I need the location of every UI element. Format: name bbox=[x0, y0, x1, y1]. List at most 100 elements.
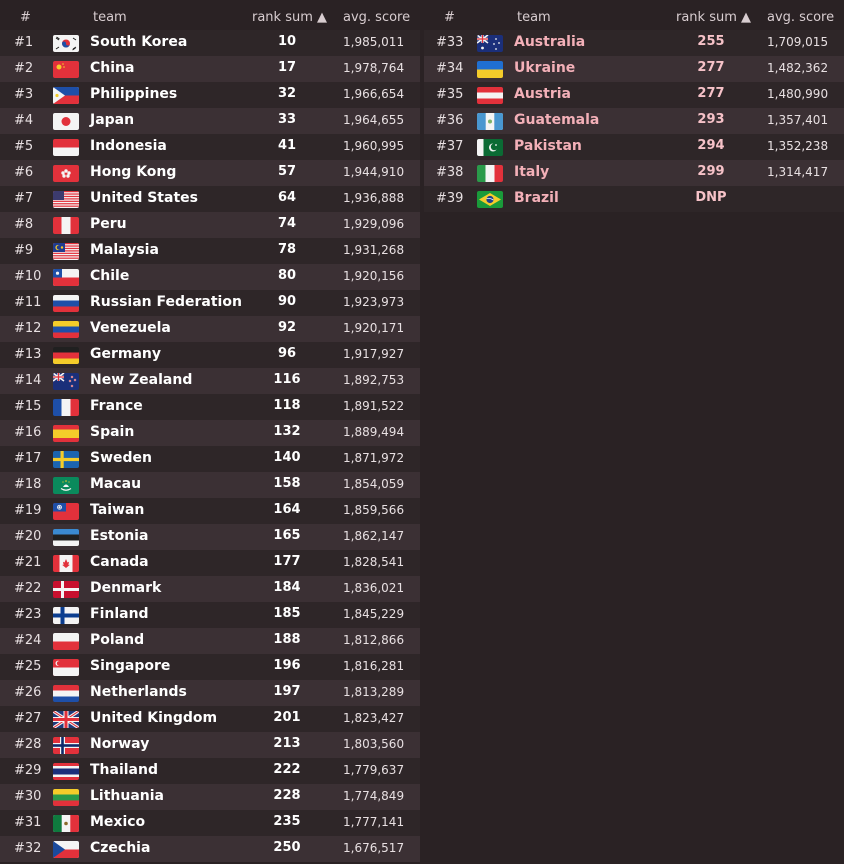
table-row[interactable]: #30 Lithuania 228 1,774,849 bbox=[0, 784, 420, 810]
table-row[interactable]: #9 Malaysia 78 1,931,268 bbox=[0, 238, 420, 264]
table-row[interactable]: #16 Spain 132 1,889,494 bbox=[0, 420, 420, 446]
table-row[interactable]: #8 Peru 74 1,929,096 bbox=[0, 212, 420, 238]
header-rank[interactable]: # bbox=[444, 10, 455, 25]
table-row[interactable]: #26 Netherlands 197 1,813,289 bbox=[0, 680, 420, 706]
table-row[interactable]: #36 Guatemala 293 1,357,401 bbox=[424, 108, 844, 134]
team-name[interactable]: Guatemala bbox=[514, 112, 599, 128]
team-name[interactable]: Japan bbox=[90, 112, 134, 128]
team-name[interactable]: Russian Federation bbox=[90, 294, 242, 310]
table-row[interactable]: #32 Czechia 250 1,676,517 bbox=[0, 836, 420, 862]
team-name[interactable]: Germany bbox=[90, 346, 161, 362]
team-name[interactable]: Thailand bbox=[90, 762, 158, 778]
rank-cell: #3 bbox=[14, 87, 34, 102]
table-row[interactable]: #22 Denmark 184 1,836,021 bbox=[0, 576, 420, 602]
table-row[interactable]: #23 Finland 185 1,845,229 bbox=[0, 602, 420, 628]
table-row[interactable]: #4 Japan 33 1,964,655 bbox=[0, 108, 420, 134]
team-name[interactable]: Philippines bbox=[90, 86, 177, 102]
table-row[interactable]: #17 Sweden 140 1,871,972 bbox=[0, 446, 420, 472]
team-name[interactable]: Finland bbox=[90, 606, 149, 622]
team-name[interactable]: Peru bbox=[90, 216, 127, 232]
rank-sum-cell: 222 bbox=[273, 762, 301, 777]
header-rank[interactable]: # bbox=[20, 10, 31, 25]
rank-cell: #14 bbox=[14, 373, 42, 388]
team-name[interactable]: Taiwan bbox=[90, 502, 144, 518]
header-avg-score[interactable]: avg. score bbox=[343, 10, 410, 25]
header-team[interactable]: team bbox=[517, 10, 551, 25]
team-name[interactable]: Estonia bbox=[90, 528, 148, 544]
team-name[interactable]: Czechia bbox=[90, 840, 150, 856]
guatemala-flag-icon bbox=[477, 113, 503, 130]
table-row[interactable]: #6 Hong Kong 57 1,944,910 bbox=[0, 160, 420, 186]
team-name[interactable]: Australia bbox=[514, 34, 585, 50]
table-row[interactable]: #15 France 118 1,891,522 bbox=[0, 394, 420, 420]
header-team[interactable]: team bbox=[93, 10, 127, 25]
table-row[interactable]: #39 Brazil DNP bbox=[424, 186, 844, 212]
table-row[interactable]: #18 Macau 158 1,854,059 bbox=[0, 472, 420, 498]
table-row[interactable]: #12 Venezuela 92 1,920,171 bbox=[0, 316, 420, 342]
team-name[interactable]: Canada bbox=[90, 554, 149, 570]
table-row[interactable]: #28 Norway 213 1,803,560 bbox=[0, 732, 420, 758]
table-row[interactable]: #29 Thailand 222 1,779,637 bbox=[0, 758, 420, 784]
table-row[interactable]: #34 Ukraine 277 1,482,362 bbox=[424, 56, 844, 82]
table-row[interactable]: #2 China 17 1,978,764 bbox=[0, 56, 420, 82]
table-row[interactable]: #33 Australia 255 1,709,015 bbox=[424, 30, 844, 56]
rank-cell: #4 bbox=[14, 113, 34, 128]
team-name[interactable]: New Zealand bbox=[90, 372, 192, 388]
team-name[interactable]: Lithuania bbox=[90, 788, 164, 804]
rank-cell: #9 bbox=[14, 243, 34, 258]
header-rank-sum-sorted[interactable]: rank sum ▲ bbox=[676, 10, 751, 25]
team-name[interactable]: Poland bbox=[90, 632, 144, 648]
table-row[interactable]: #24 Poland 188 1,812,866 bbox=[0, 628, 420, 654]
team-name[interactable]: Venezuela bbox=[90, 320, 171, 336]
team-name[interactable]: Norway bbox=[90, 736, 149, 752]
team-name[interactable]: Chile bbox=[90, 268, 129, 284]
table-row[interactable]: #1 South Korea 10 1,985,011 bbox=[0, 30, 420, 56]
team-name[interactable]: Indonesia bbox=[90, 138, 167, 154]
team-name[interactable]: Singapore bbox=[90, 658, 170, 674]
table-row[interactable]: #14 New Zealand 116 1,892,753 bbox=[0, 368, 420, 394]
team-name[interactable]: Pakistan bbox=[514, 138, 582, 154]
header-avg-score[interactable]: avg. score bbox=[767, 10, 834, 25]
team-name[interactable]: France bbox=[90, 398, 143, 414]
team-name[interactable]: Ukraine bbox=[514, 60, 575, 76]
table-row[interactable]: #27 United Kingdom 201 1,823,427 bbox=[0, 706, 420, 732]
table-row[interactable]: #25 Singapore 196 1,816,281 bbox=[0, 654, 420, 680]
team-name[interactable]: Austria bbox=[514, 86, 571, 102]
rank-sum-cell: 10 bbox=[277, 34, 297, 49]
team-name[interactable]: South Korea bbox=[90, 34, 187, 50]
avg-score-cell: 1,923,973 bbox=[343, 295, 405, 309]
table-row[interactable]: #37 Pakistan 294 1,352,238 bbox=[424, 134, 844, 160]
table-row[interactable]: #3 Philippines 32 1,966,654 bbox=[0, 82, 420, 108]
header-rank-sum-sorted[interactable]: rank sum ▲ bbox=[252, 10, 327, 25]
team-name[interactable]: Brazil bbox=[514, 190, 559, 206]
team-name[interactable]: United States bbox=[90, 190, 198, 206]
team-name[interactable]: Malaysia bbox=[90, 242, 159, 258]
rank-sum-cell: 32 bbox=[277, 86, 297, 101]
team-name[interactable]: Macau bbox=[90, 476, 141, 492]
table-row[interactable]: #7 United States 64 1,936,888 bbox=[0, 186, 420, 212]
table-row[interactable]: #5 Indonesia 41 1,960,995 bbox=[0, 134, 420, 160]
rank-sum-cell: 33 bbox=[277, 112, 297, 127]
team-name[interactable]: Denmark bbox=[90, 580, 161, 596]
table-row[interactable]: #35 Austria 277 1,480,990 bbox=[424, 82, 844, 108]
team-name[interactable]: China bbox=[90, 60, 134, 76]
table-row[interactable]: #20 Estonia 165 1,862,147 bbox=[0, 524, 420, 550]
table-row[interactable]: #31 Mexico 235 1,777,141 bbox=[0, 810, 420, 836]
table-row[interactable]: #11 Russian Federation 90 1,923,973 bbox=[0, 290, 420, 316]
peru-flag-icon bbox=[53, 217, 79, 234]
team-name[interactable]: United Kingdom bbox=[90, 710, 217, 726]
team-name[interactable]: Netherlands bbox=[90, 684, 187, 700]
team-name[interactable]: Italy bbox=[514, 164, 549, 180]
table-row[interactable]: #19 Taiwan 164 1,859,566 bbox=[0, 498, 420, 524]
table-row[interactable]: #10 Chile 80 1,920,156 bbox=[0, 264, 420, 290]
rank-sum-cell: 228 bbox=[273, 788, 301, 803]
rank-sum-cell: 164 bbox=[273, 502, 301, 517]
table-row[interactable]: #13 Germany 96 1,917,927 bbox=[0, 342, 420, 368]
table-row[interactable]: #21 Canada 177 1,828,541 bbox=[0, 550, 420, 576]
team-name[interactable]: Spain bbox=[90, 424, 134, 440]
team-name[interactable]: Hong Kong bbox=[90, 164, 176, 180]
team-name[interactable]: Mexico bbox=[90, 814, 145, 830]
team-name[interactable]: Sweden bbox=[90, 450, 152, 466]
rank-cell: #22 bbox=[14, 581, 42, 596]
table-row[interactable]: #38 Italy 299 1,314,417 bbox=[424, 160, 844, 186]
